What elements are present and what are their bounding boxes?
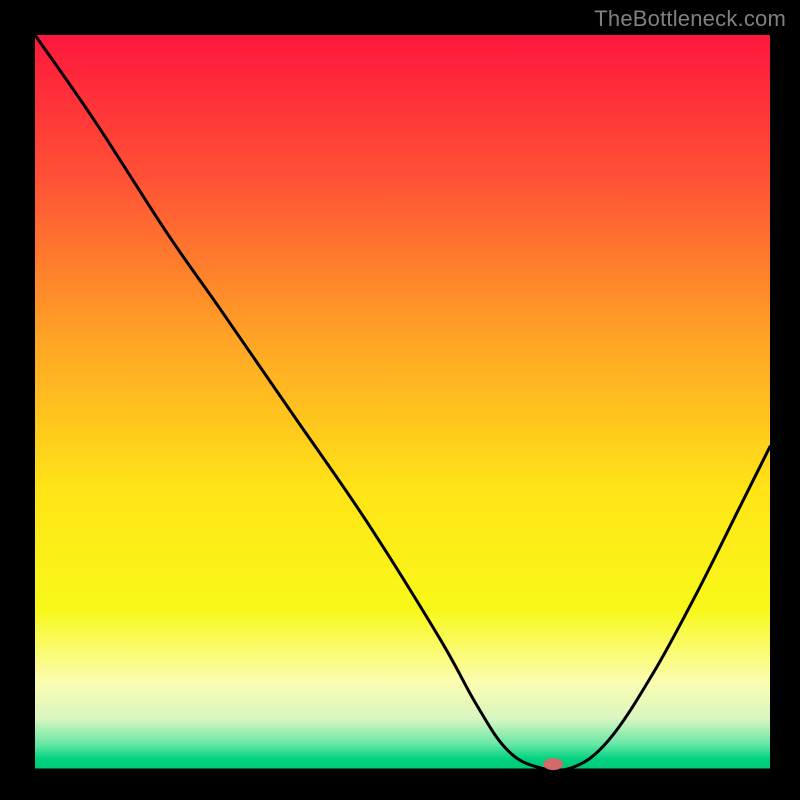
optimal-marker <box>543 758 563 770</box>
watermark-label: TheBottleneck.com <box>594 6 786 32</box>
bottleneck-chart <box>0 0 800 800</box>
chart-container: TheBottleneck.com <box>0 0 800 800</box>
